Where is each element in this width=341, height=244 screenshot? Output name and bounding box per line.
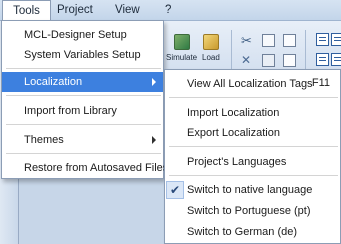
menu-item-switch-portuguese[interactable]: Switch to Portuguese (pt)	[165, 201, 340, 221]
menu-item-label: Themes	[24, 134, 64, 146]
redo-icon[interactable]	[283, 54, 296, 67]
align-justify-icon[interactable]	[316, 53, 329, 66]
menu-item-localization[interactable]: Localization	[2, 72, 163, 92]
menu-item-label: View All Localization Tags	[187, 78, 313, 90]
simulate-button[interactable]: Simulate	[166, 34, 197, 62]
menu-project[interactable]: Project	[51, 0, 109, 20]
delete-icon[interactable]: ✕	[241, 54, 254, 67]
menu-view[interactable]: View	[109, 0, 161, 20]
menu-divider	[6, 68, 161, 69]
menu-item-export-localization[interactable]: Export Localization	[165, 123, 340, 143]
menu-item-label: Switch to native language	[187, 184, 313, 196]
menu-item-projects-languages[interactable]: Project's Languages	[165, 152, 340, 172]
menu-item-label: Switch to Portuguese (pt)	[187, 205, 311, 217]
align-center-icon[interactable]	[331, 33, 341, 46]
toolbar-separator	[305, 30, 306, 72]
menu-item-themes[interactable]: Themes	[2, 130, 163, 150]
menu-item-mcl-designer-setup[interactable]: MCL-Designer Setup	[2, 25, 163, 45]
menu-divider	[6, 95, 161, 96]
simulate-icon	[173, 34, 190, 50]
menu-item-system-variables-setup[interactable]: System Variables Setup	[2, 45, 163, 65]
undo-icon[interactable]	[283, 34, 296, 47]
menu-item-label: Localization	[24, 76, 83, 88]
toolbar-separator	[231, 30, 232, 72]
load-icon	[202, 34, 219, 50]
menu-item-import-localization[interactable]: Import Localization	[165, 103, 340, 123]
menu-divider	[169, 97, 338, 98]
load-label: Load	[202, 53, 220, 62]
menu-item-label: System Variables Setup	[24, 49, 141, 61]
menu-item-label: Project's Languages	[187, 156, 287, 168]
localization-submenu: View All Localization Tags F11 Import Lo…	[164, 69, 341, 244]
menu-item-import-from-library[interactable]: Import from Library	[2, 101, 163, 121]
menu-item-label: Import Localization	[187, 107, 280, 119]
menu-tools[interactable]: Tools	[2, 0, 51, 20]
copy-icon[interactable]	[262, 34, 275, 47]
submenu-arrow-icon	[152, 78, 156, 86]
tools-menu: MCL-Designer Setup System Variables Setu…	[1, 20, 168, 179]
align-right-icon[interactable]	[331, 53, 341, 66]
cut-icon[interactable]: ✂	[241, 34, 254, 47]
menu-item-view-all-localization-tags[interactable]: View All Localization Tags F11	[165, 74, 340, 94]
menu-divider	[6, 153, 161, 154]
menu-divider	[169, 146, 338, 147]
paste-icon[interactable]	[262, 54, 275, 67]
simulate-label: Simulate	[166, 53, 198, 62]
menu-bar: Tools Project View ?	[0, 0, 341, 21]
menu-item-label: Switch to German (de)	[187, 226, 298, 238]
menu-item-label: MCL-Designer Setup	[24, 29, 127, 41]
check-icon: ✔	[166, 181, 184, 199]
submenu-arrow-icon	[152, 136, 156, 144]
menu-item-restore-autosaved[interactable]: Restore from Autosaved Files	[2, 158, 168, 178]
menu-item-switch-german[interactable]: Switch to German (de)	[165, 222, 340, 242]
align-left-icon[interactable]	[316, 33, 329, 46]
menu-item-switch-native-language[interactable]: ✔ Switch to native language	[165, 180, 340, 200]
load-button[interactable]: Load	[202, 34, 220, 62]
menu-divider	[6, 124, 161, 125]
shortcut-label: F11	[311, 77, 330, 89]
menu-item-label: Import from Library	[24, 105, 117, 117]
menu-help[interactable]: ?	[161, 0, 201, 20]
menu-item-label: Export Localization	[187, 127, 280, 139]
menu-item-label: Restore from Autosaved Files	[24, 162, 169, 174]
menu-divider	[169, 175, 338, 176]
